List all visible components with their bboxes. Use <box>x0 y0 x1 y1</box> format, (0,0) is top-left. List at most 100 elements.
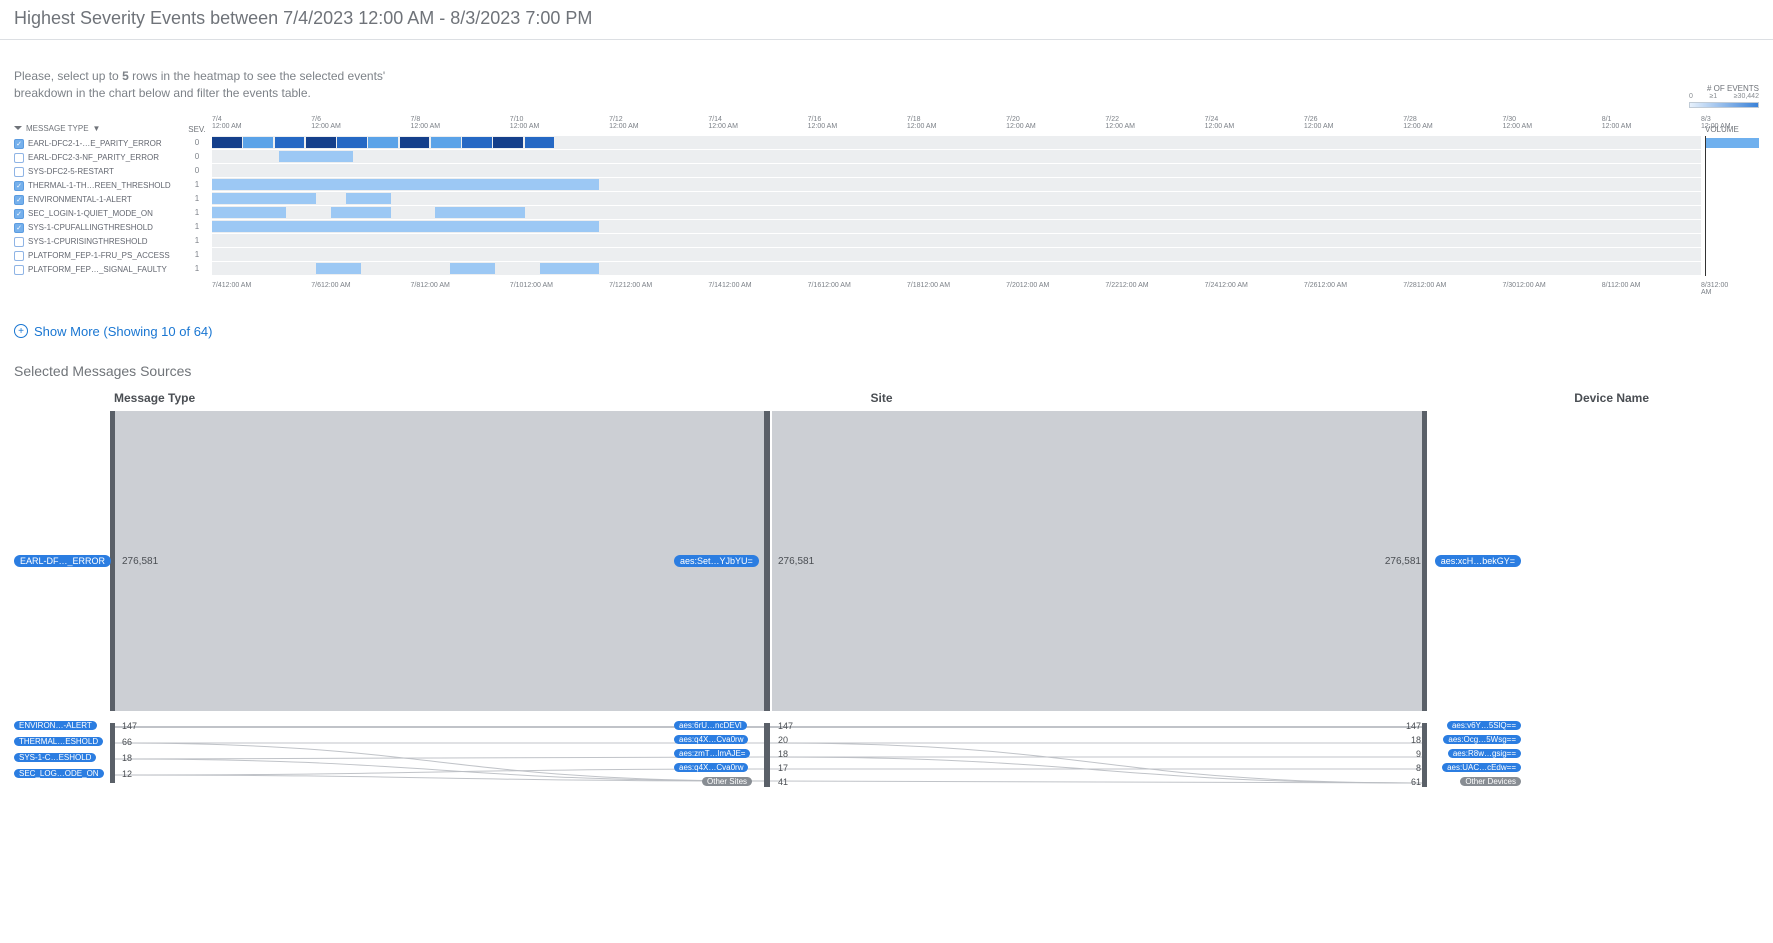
severity-cell: 1 <box>186 206 208 220</box>
heatmap-cell[interactable] <box>346 193 391 204</box>
heatmap-cell[interactable] <box>435 207 524 218</box>
heatmap-cell[interactable] <box>493 137 523 148</box>
heatmap-cell[interactable] <box>540 263 600 274</box>
heatmap-cell[interactable] <box>462 137 492 148</box>
events-legend: # OF EVENTS 0 ≥1 ≥30,442 <box>1689 84 1759 108</box>
axis-tick: 7/1012:00 AM <box>510 116 540 130</box>
sankey-left-val-3: 18 <box>122 753 132 763</box>
sankey-left-node-1[interactable]: ENVIRON…-ALERT <box>14 721 97 730</box>
heatmap-cell[interactable] <box>525 137 555 148</box>
sankey-right-node-0[interactable]: aes:xcH…bekGY= <box>1435 555 1521 567</box>
severity-cell: 1 <box>186 178 208 192</box>
heatmap-cell[interactable] <box>212 221 599 232</box>
sankey-mid-node-1[interactable]: aes:6rU…ncDEVl <box>674 721 747 730</box>
heatmap-cell[interactable] <box>243 137 273 148</box>
sankey-left-val-1: 147 <box>122 721 137 731</box>
checkbox[interactable] <box>14 237 24 247</box>
sankey-mid-node-2[interactable]: aes:q4X…Cva0rw <box>674 735 748 744</box>
sankey-left-node-0[interactable]: EARL-DF…_ERROR <box>14 555 111 567</box>
message-type-label: SYS-1-CPURISINGTHRESHOLD <box>28 237 148 246</box>
heatmap-cell[interactable] <box>316 263 361 274</box>
heatmap-row[interactable] <box>212 206 1701 220</box>
heatmap-cell[interactable] <box>279 151 353 162</box>
checkbox[interactable]: ✓ <box>14 209 24 219</box>
heatmap-row[interactable] <box>212 248 1701 262</box>
heatmap-cell[interactable] <box>431 137 461 148</box>
show-more-button[interactable]: + Show More (Showing 10 of 64) <box>0 310 1773 349</box>
heatmap-cell[interactable] <box>306 137 336 148</box>
axis-tick: 7/1412:00 AM <box>708 116 738 130</box>
checkbox[interactable] <box>14 265 24 275</box>
severity-cell: 1 <box>186 220 208 234</box>
heatmap-cell[interactable] <box>212 207 286 218</box>
sankey-right-node-1[interactable]: aes:v6Y…5SlQ== <box>1447 721 1521 730</box>
checkbox[interactable] <box>14 251 24 261</box>
sort-triangle-icon <box>14 126 22 130</box>
heatmap-cell[interactable] <box>400 137 430 148</box>
message-type-row[interactable]: EARL-DFC2-3-NF_PARITY_ERROR <box>14 151 182 165</box>
sankey-left-node-2[interactable]: THERMAL…ESHOLD <box>14 737 103 746</box>
heatmap-cell[interactable] <box>331 207 391 218</box>
sankey-mid-node-3[interactable]: aes:zmT…lmAJE= <box>674 749 750 758</box>
checkbox[interactable]: ✓ <box>14 181 24 191</box>
heatmap-body[interactable]: 7/412:00 AM7/612:00 AM7/812:00 AM7/1012:… <box>212 110 1701 304</box>
sankey-left-val-2: 66 <box>122 737 132 747</box>
sankey-right-val-0: 276,581 <box>1385 556 1421 567</box>
page-title: Highest Severity Events between 7/4/2023… <box>0 0 1773 40</box>
heatmap-row[interactable] <box>212 150 1701 164</box>
page-title-text: Highest Severity Events between 7/4/2023… <box>14 8 592 28</box>
message-type-header[interactable]: MESSAGE TYPE ▼ <box>14 124 182 133</box>
heatmap-row[interactable] <box>212 178 1701 192</box>
message-type-row[interactable]: ✓EARL-DFC2-1-…E_PARITY_ERROR <box>14 137 182 151</box>
axis-tick: 8/312:00 AM <box>1701 282 1728 296</box>
severity-header[interactable]: SEV. <box>186 110 208 136</box>
message-type-row[interactable]: SYS-DFC2-5-RESTART <box>14 165 182 179</box>
sankey-right-node-3[interactable]: aes:R8w…gsig== <box>1448 749 1521 758</box>
heatmap-axis-top: 7/412:00 AM7/612:00 AM7/812:00 AM7/1012:… <box>212 110 1701 136</box>
heatmap-row[interactable] <box>212 136 1701 150</box>
heatmap-row[interactable] <box>212 192 1701 206</box>
checkbox[interactable]: ✓ <box>14 195 24 205</box>
sankey-left-node-4[interactable]: SEC_LOG…ODE_ON <box>14 769 104 778</box>
checkbox[interactable] <box>14 153 24 163</box>
message-type-row[interactable]: SYS-1-CPURISINGTHRESHOLD <box>14 235 182 249</box>
heatmap-cell[interactable] <box>337 137 367 148</box>
heatmap-row[interactable] <box>212 220 1701 234</box>
message-type-row[interactable]: ✓SYS-1-CPUFALLINGTHRESHOLD <box>14 221 182 235</box>
axis-tick: 7/1612:00 AM <box>808 116 838 130</box>
heatmap-cell[interactable] <box>450 263 495 274</box>
checkbox[interactable] <box>14 167 24 177</box>
sankey-right-node-4[interactable]: aes:UAC…cEdw== <box>1442 763 1521 772</box>
sankey-mid-node-5[interactable]: Other Sites <box>702 777 752 786</box>
heatmap-cell[interactable] <box>212 179 599 190</box>
message-type-label: SEC_LOGIN-1-QUIET_MODE_ON <box>28 209 153 218</box>
sankey-right-node-2[interactable]: aes:Ocg…5Wsg== <box>1443 735 1521 744</box>
message-type-list: MESSAGE TYPE ▼ ✓EARL-DFC2-1-…E_PARITY_ER… <box>14 110 182 277</box>
heatmap-row[interactable] <box>212 164 1701 178</box>
instructions-pre: Please, select up to <box>14 69 122 83</box>
sankey-mid-node-4[interactable]: aes:q4X…Cva0rw <box>674 763 748 772</box>
message-type-row[interactable]: PLATFORM_FEP-1-FRU_PS_ACCESS <box>14 249 182 263</box>
heatmap-cell[interactable] <box>212 193 316 204</box>
sankey-right-node-5[interactable]: Other Devices <box>1460 777 1521 786</box>
sankey-left-node-3[interactable]: SYS-1-C…ESHOLD <box>14 753 96 762</box>
sankey-mid-val-5: 41 <box>778 777 788 787</box>
message-type-row[interactable]: PLATFORM_FEP…_SIGNAL_FAULTY <box>14 263 182 277</box>
checkbox[interactable]: ✓ <box>14 223 24 233</box>
heatmap-row[interactable] <box>212 234 1701 248</box>
message-type-row[interactable]: ✓THERMAL-1-TH…REEN_THRESHOLD <box>14 179 182 193</box>
heatmap-cell[interactable] <box>275 137 305 148</box>
sankey-right-val-3: 9 <box>1416 749 1421 759</box>
heatmap-row[interactable] <box>212 262 1701 276</box>
axis-tick: 7/3012:00 AM <box>1502 116 1532 130</box>
heatmap-cell[interactable] <box>212 137 242 148</box>
message-type-row[interactable]: ✓ SEC_LOGIN-1-QUIET_MODE_ON <box>14 207 182 221</box>
sankey-right-val-5: 61 <box>1411 777 1421 787</box>
heatmap-cell[interactable] <box>368 137 398 148</box>
axis-tick: 7/2412:00 AM <box>1205 282 1248 289</box>
heatmap-rows <box>212 136 1701 276</box>
sankey-chart[interactable]: EARL-DF…_ERROR 276,581 ENVIRON…-ALERT 14… <box>14 411 1759 791</box>
checkbox[interactable]: ✓ <box>14 139 24 149</box>
sankey-mid-node-0[interactable]: aes:Set…YJbYU= <box>674 555 759 567</box>
message-type-row[interactable]: ✓ENVIRONMENTAL-1-ALERT <box>14 193 182 207</box>
